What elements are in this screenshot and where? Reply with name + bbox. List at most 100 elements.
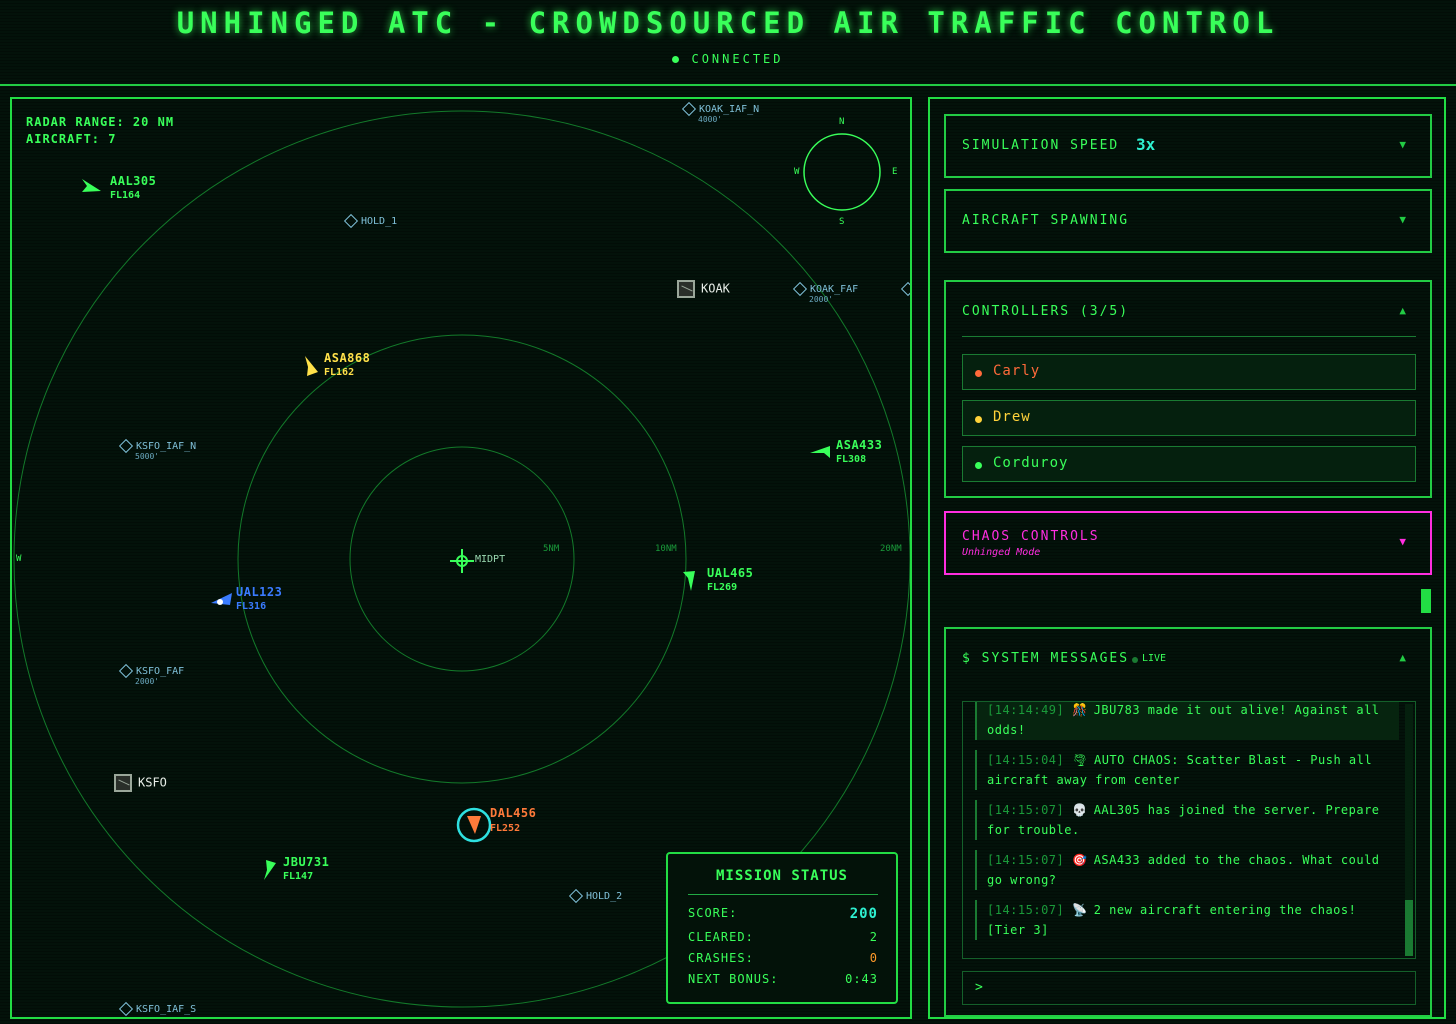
target-icon: 🎯 (1072, 853, 1088, 867)
fix-hold-2[interactable]: HOLD_2 (568, 888, 623, 904)
aircraft-flight-level: FL316 (236, 601, 267, 612)
chaos-controls-section[interactable]: CHAOS CONTROLS Unhinged Mode ▼ (944, 511, 1432, 575)
aircraft-arrow-icon (82, 179, 101, 192)
fix-name: KOAK_IAF_N (699, 104, 760, 115)
airport-name: KOAK (701, 281, 730, 296)
message-scrollbar-track[interactable] (1405, 704, 1413, 956)
system-messages-label: $ SYSTEM MESSAGES (962, 651, 1130, 666)
airport-runway-icon (114, 774, 132, 792)
confetti-icon: 🎊 (1072, 703, 1088, 717)
cleared-row: CLEARED: 2 (688, 930, 878, 944)
ring-label-5nm: 5NM (543, 544, 560, 554)
control-panel: SIMULATION SPEED 3x ▼ AIRCRAFT SPAWNING … (928, 97, 1446, 1019)
score-row: SCORE: 200 (688, 906, 878, 922)
airport-ksfo[interactable]: KSFO (114, 774, 167, 792)
compass-e: E (892, 167, 898, 177)
aircraft-arrow-icon (810, 446, 830, 458)
chevron-down-icon[interactable]: ▼ (1399, 535, 1406, 548)
chevron-down-icon[interactable]: ▼ (1399, 213, 1406, 226)
controllers-label: CONTROLLERS (3/5) (962, 304, 1130, 319)
aircraft-arrow-icon (305, 356, 318, 376)
fix-alt: 2000' (809, 295, 834, 304)
connection-status: CONNECTED (0, 52, 1456, 66)
live-badge: LIVE (1142, 653, 1167, 664)
message-scrollbar-thumb[interactable] (1405, 900, 1413, 956)
controller-item-drew[interactable]: Drew (962, 400, 1416, 436)
aircraft-flight-level: FL269 (707, 582, 738, 593)
aircraft-arrow-icon (211, 593, 232, 605)
message-item: [14:15:07] 💀 AAL305 has joined the server.… (975, 800, 1399, 840)
chaos-controls-label: CHAOS CONTROLS (962, 529, 1100, 544)
compass-rose: N S W E (794, 117, 897, 227)
chevron-up-icon[interactable]: ▲ (1399, 304, 1406, 317)
aircraft-flight-level: FL147 (283, 871, 314, 882)
header: UNHINGED ATC - CROWDSOURCED AIR TRAFFIC … (0, 0, 1456, 86)
app-title: UNHINGED ATC - CROWDSOURCED AIR TRAFFIC … (176, 6, 1280, 40)
airport-koak[interactable]: KOAK (677, 280, 730, 298)
aircraft-callsign: DAL456 (490, 806, 537, 820)
aircraft-callsign: ASA433 (836, 438, 883, 452)
aircraft-callsign: ASA868 (324, 351, 371, 365)
message-timestamp: [14:15:07] (987, 853, 1065, 867)
fix-diamond-icon (792, 281, 808, 297)
live-dot-icon (1132, 657, 1138, 663)
compass-n: N (839, 117, 845, 127)
fix-diamond-icon (568, 888, 584, 904)
aircraft-count-label: AIRCRAFT: 7 (26, 132, 117, 146)
ring-label-10nm: 10NM (655, 544, 677, 554)
controllers-section: CONTROLLERS (3/5) ▲ Carly Drew Corduroy (944, 280, 1432, 498)
chevron-up-icon[interactable]: ▲ (1399, 651, 1406, 664)
aircraft-callsign: UAL123 (236, 585, 283, 599)
aircraft-callsign: UAL465 (707, 566, 754, 580)
fix-hold-1[interactable]: HOLD_1 (343, 213, 398, 229)
fix-diamond-icon (118, 663, 134, 679)
crashes-row: CRASHES: 0 (688, 951, 878, 965)
fix-offscreen-edge (900, 281, 910, 297)
aircraft-callsign: JBU731 (283, 855, 330, 869)
cleared-label: CLEARED: (688, 930, 754, 944)
mission-status-title: MISSION STATUS (715, 868, 848, 884)
fix-name: KOAK_FAF (810, 284, 859, 295)
connection-status-label: CONNECTED (691, 52, 784, 66)
satellite-icon: 📡 (1072, 903, 1088, 917)
message-log[interactable]: [14:14:49] 🎊 JBU783 made it out alive! Aga… (962, 701, 1416, 959)
crashes-label: CRASHES: (688, 951, 754, 965)
fix-ksfo-iaf-s[interactable]: KSFO_IAF_S (118, 1001, 196, 1017)
fix-name: KSFO_IAF_N (136, 441, 197, 452)
controller-item-carly[interactable]: Carly (962, 354, 1416, 390)
cleared-value: 2 (869, 930, 878, 944)
aircraft-flight-level: FL162 (324, 367, 355, 378)
score-value: 200 (849, 906, 878, 922)
aircraft-selected-ring-icon (456, 807, 492, 843)
system-messages-section: $ SYSTEM MESSAGES LIVE ▲ [14:14:49] 🎊 JBU7… (944, 627, 1432, 1017)
message-item: [14:15:04] 🌪 AUTO CHAOS: Scatter Blast - P… (975, 750, 1399, 790)
command-input[interactable]: > (962, 971, 1416, 1005)
aircraft-callsign: AAL305 (110, 174, 157, 188)
ring-label-20nm: 20NM (880, 544, 902, 554)
message-timestamp: [14:14:49] (987, 703, 1065, 717)
next-bonus-row: NEXT BONUS: 0:43 (688, 972, 878, 986)
simulation-speed-section[interactable]: SIMULATION SPEED 3x ▼ (944, 114, 1432, 178)
aircraft-spawning-section[interactable]: AIRCRAFT SPAWNING ▼ (944, 189, 1432, 253)
fix-koak-iaf-n[interactable]: KOAK_IAF_N 4000' (681, 101, 760, 124)
fix-name: HOLD_2 (586, 891, 623, 902)
airport-runway-icon (677, 280, 695, 298)
message-item: [14:15:07] 🎯 ASA433 added to the chaos. Wh… (975, 850, 1399, 890)
fix-ksfo-iaf-n[interactable]: KSFO_IAF_N 5000' (118, 438, 197, 461)
airport-name: KSFO (138, 775, 167, 790)
fix-diamond-icon (118, 438, 134, 454)
fix-koak-faf[interactable]: KOAK_FAF 2000' (792, 281, 859, 304)
chaos-mode-label: Unhinged Mode (962, 547, 1041, 558)
skull-icon: 💀 (1072, 803, 1088, 817)
fix-name: HOLD_1 (361, 216, 398, 227)
fix-ksfo-faf[interactable]: KSFO_FAF 2000' (118, 663, 185, 686)
center-crosshair-icon (450, 549, 474, 573)
scrollbar-thumb[interactable] (1421, 589, 1431, 613)
fix-name: KSFO_FAF (136, 666, 185, 677)
command-prompt: > (975, 980, 983, 995)
controllers-divider (962, 336, 1416, 337)
controller-item-corduroy[interactable]: Corduroy (962, 446, 1416, 482)
next-bonus-label: NEXT BONUS: (688, 972, 779, 986)
fix-alt: 4000' (698, 115, 723, 124)
chevron-down-icon[interactable]: ▼ (1399, 138, 1406, 151)
